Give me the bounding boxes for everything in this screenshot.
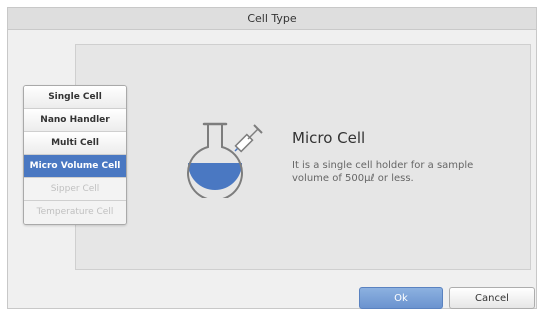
cell-type-dialog: Cell Type Single Cell Nano Handler Multi… bbox=[7, 7, 537, 309]
cell-type-nano-handler[interactable]: Nano Handler bbox=[24, 109, 126, 132]
cell-detail-title: Micro Cell bbox=[292, 129, 366, 147]
cell-type-list: Single Cell Nano Handler Multi Cell Micr… bbox=[23, 85, 127, 225]
cancel-button[interactable]: Cancel bbox=[449, 287, 535, 309]
ok-button[interactable]: Ok bbox=[359, 287, 443, 309]
cell-type-sipper-cell: Sipper Cell bbox=[24, 178, 126, 201]
cell-type-multi-cell[interactable]: Multi Cell bbox=[24, 132, 126, 155]
cell-type-temperature-cell: Temperature Cell bbox=[24, 201, 126, 224]
cell-type-micro-volume-cell[interactable]: Micro Volume Cell bbox=[24, 155, 126, 178]
cell-detail-panel bbox=[75, 44, 531, 270]
flask-with-syringe-icon bbox=[187, 122, 263, 198]
dialog-title: Cell Type bbox=[8, 8, 536, 30]
cell-detail-description: It is a single cell holder for a sample … bbox=[292, 160, 474, 184]
cell-type-single-cell[interactable]: Single Cell bbox=[24, 86, 126, 109]
